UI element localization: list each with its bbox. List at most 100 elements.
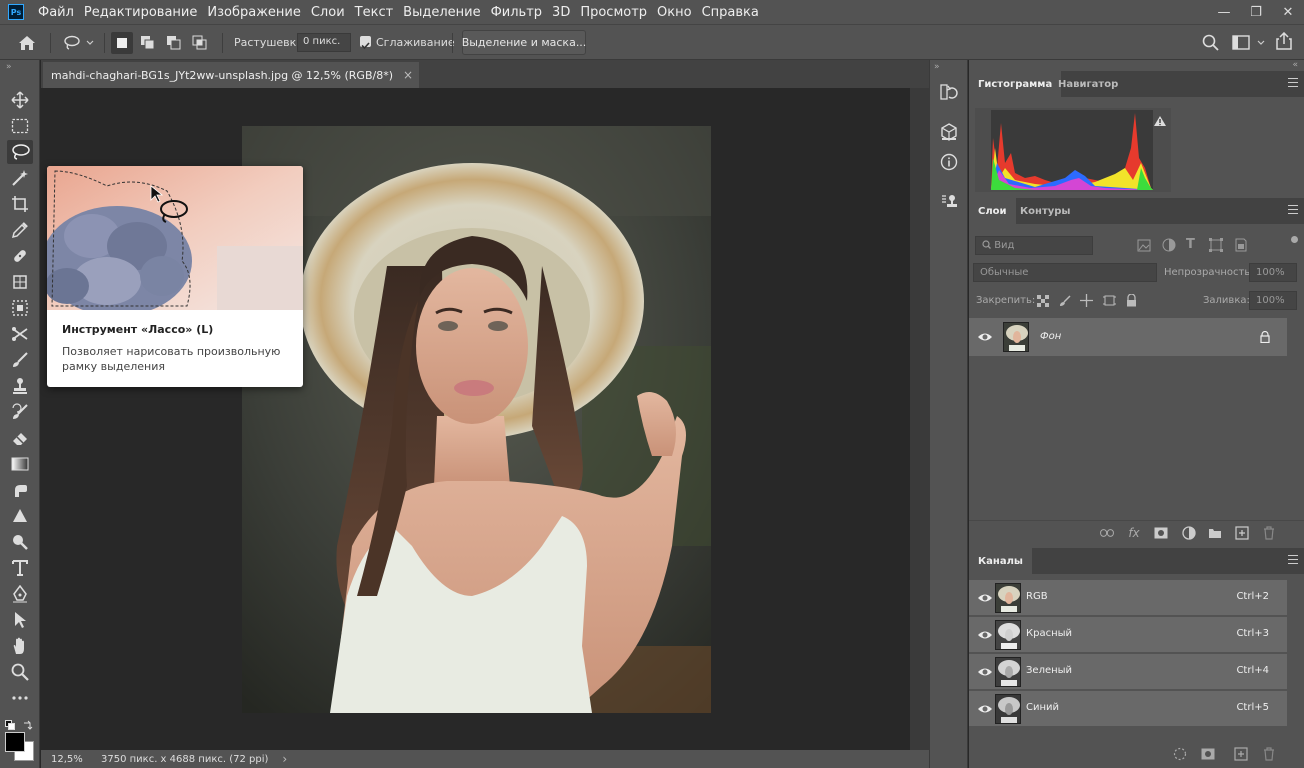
layers-scroll-area[interactable]	[1287, 318, 1304, 528]
lasso-tool[interactable]	[7, 140, 33, 164]
brush-tool[interactable]	[7, 348, 33, 372]
document-image[interactable]	[242, 126, 711, 713]
layer-filter-select[interactable]: Вид	[975, 236, 1093, 255]
menu-window[interactable]: Окно	[653, 5, 696, 20]
patch-tool[interactable]	[7, 270, 33, 294]
menu-edit[interactable]: Редактирование	[80, 5, 201, 20]
eraser-tool[interactable]	[7, 426, 33, 450]
zoom-level[interactable]: 12,5%	[51, 754, 97, 765]
lock-artboard[interactable]	[1103, 292, 1116, 311]
new-adjustment-button[interactable]	[1181, 525, 1197, 541]
select-and-mask-button[interactable]: Выделение и маска...	[462, 30, 586, 55]
vertical-scrollbar[interactable]	[910, 88, 929, 750]
menu-view[interactable]: Просмотр	[576, 5, 651, 20]
lock-all[interactable]	[1126, 292, 1137, 311]
tab-histogram[interactable]: Гистограмма	[969, 71, 1062, 97]
lock-position[interactable]	[1080, 292, 1093, 311]
blend-mode-select[interactable]: Обычные	[973, 263, 1157, 282]
eyedropper-tool[interactable]	[7, 218, 33, 242]
channels-scroll-area[interactable]	[1287, 580, 1304, 728]
tab-channels[interactable]: Каналы	[969, 548, 1032, 574]
healing-brush-tool[interactable]	[7, 244, 33, 268]
dodge-tool[interactable]	[7, 530, 33, 554]
layer-row[interactable]: Фон	[969, 318, 1287, 356]
filter-type-layers[interactable]: T	[1186, 237, 1195, 252]
crop-tool[interactable]	[7, 192, 33, 216]
menu-image[interactable]: Изображение	[203, 5, 304, 20]
opacity-input[interactable]: 100%	[1249, 263, 1297, 282]
layers-panel-menu-icon[interactable]	[1288, 205, 1298, 217]
new-layer-button[interactable]	[1234, 525, 1250, 541]
hand-tool[interactable]	[7, 634, 33, 658]
history-panel-button[interactable]	[937, 80, 961, 104]
filter-smart-objects[interactable]	[1234, 237, 1248, 256]
visibility-eye-icon[interactable]	[977, 666, 993, 678]
menu-file[interactable]: Файл	[34, 5, 78, 20]
antialias-checkbox[interactable]	[360, 36, 371, 50]
status-menu-arrow[interactable]: ›	[282, 752, 287, 766]
menu-select[interactable]: Выделение	[399, 5, 484, 20]
channels-panel-menu-icon[interactable]	[1288, 555, 1298, 567]
minimize-button[interactable]: —	[1208, 0, 1240, 24]
panel-menu-icon[interactable]	[1288, 78, 1298, 90]
collapse-icon[interactable]: »	[6, 62, 12, 72]
close-icon[interactable]: ×	[403, 68, 413, 82]
channel-row[interactable]: RGB Ctrl+2	[969, 580, 1287, 616]
history-brush-tool[interactable]	[7, 400, 33, 424]
layer-name[interactable]: Фон	[1040, 331, 1061, 342]
filter-toggle[interactable]	[1291, 236, 1298, 243]
visibility-eye-icon[interactable]	[977, 703, 993, 715]
filter-shape-layers[interactable]	[1209, 237, 1223, 256]
menu-type[interactable]: Текст	[351, 5, 398, 20]
content-aware-move-tool[interactable]	[7, 322, 33, 346]
type-tool[interactable]	[7, 556, 33, 580]
path-select-tool[interactable]	[7, 608, 33, 632]
visibility-eye-icon[interactable]	[977, 331, 993, 343]
object-select-tool[interactable]	[7, 296, 33, 320]
delete-channel-button[interactable]	[1261, 746, 1277, 762]
pen-tool[interactable]	[7, 582, 33, 606]
workspace-button[interactable]	[1232, 34, 1268, 55]
new-channel-button[interactable]	[1233, 746, 1249, 762]
menu-layer[interactable]: Слои	[307, 5, 349, 20]
document-tab[interactable]: mahdi-chaghari-BG1s_JYt2ww-unsplash.jpg …	[43, 62, 419, 88]
layer-lock-icon[interactable]	[1260, 331, 1270, 343]
link-layers-button[interactable]	[1099, 525, 1115, 541]
more-tools[interactable]	[7, 686, 33, 710]
tab-paths[interactable]: Контуры	[1011, 198, 1079, 224]
properties-panel-button[interactable]	[937, 190, 961, 214]
restore-button[interactable]: ❐	[1240, 0, 1272, 24]
subtract-selection-mode[interactable]	[163, 32, 185, 54]
add-mask-button[interactable]	[1153, 525, 1169, 541]
save-selection-button[interactable]	[1200, 746, 1216, 762]
home-button[interactable]	[16, 32, 38, 54]
foreground-color-swatch[interactable]	[5, 732, 25, 752]
marquee-tool[interactable]	[7, 114, 33, 138]
info-panel-button[interactable]	[937, 150, 961, 174]
new-selection-mode[interactable]	[111, 32, 133, 54]
3d-panel-button[interactable]	[937, 120, 961, 144]
tab-layers[interactable]: Слои	[969, 198, 1016, 224]
smudge-tool[interactable]	[7, 478, 33, 502]
filter-adjustment-layers[interactable]	[1162, 237, 1176, 256]
menu-filter[interactable]: Фильтр	[487, 5, 546, 20]
channel-row[interactable]: Зеленый Ctrl+4	[969, 654, 1287, 690]
menu-help[interactable]: Справка	[698, 5, 763, 20]
sharpen-tool[interactable]	[7, 504, 33, 528]
close-window-button[interactable]: ✕	[1272, 0, 1304, 24]
channel-row[interactable]: Красный Ctrl+3	[969, 617, 1287, 653]
share-button[interactable]	[1276, 31, 1292, 54]
tab-navigator[interactable]: Навигатор	[1049, 71, 1127, 97]
channel-row[interactable]: Синий Ctrl+5	[969, 691, 1287, 727]
move-tool[interactable]	[7, 88, 33, 112]
lock-pixels[interactable]	[1059, 292, 1071, 311]
fx-icon[interactable]: fx	[1126, 525, 1142, 541]
visibility-eye-icon[interactable]	[977, 592, 993, 604]
expand-icon[interactable]: »	[934, 62, 940, 72]
intersect-selection-mode[interactable]	[189, 32, 211, 54]
lock-transparency[interactable]	[1037, 292, 1049, 311]
zoom-tool[interactable]	[7, 660, 33, 684]
menu-3d[interactable]: 3D	[548, 5, 574, 20]
magic-wand-tool[interactable]	[7, 166, 33, 190]
filter-pixel-layers[interactable]	[1137, 237, 1151, 256]
